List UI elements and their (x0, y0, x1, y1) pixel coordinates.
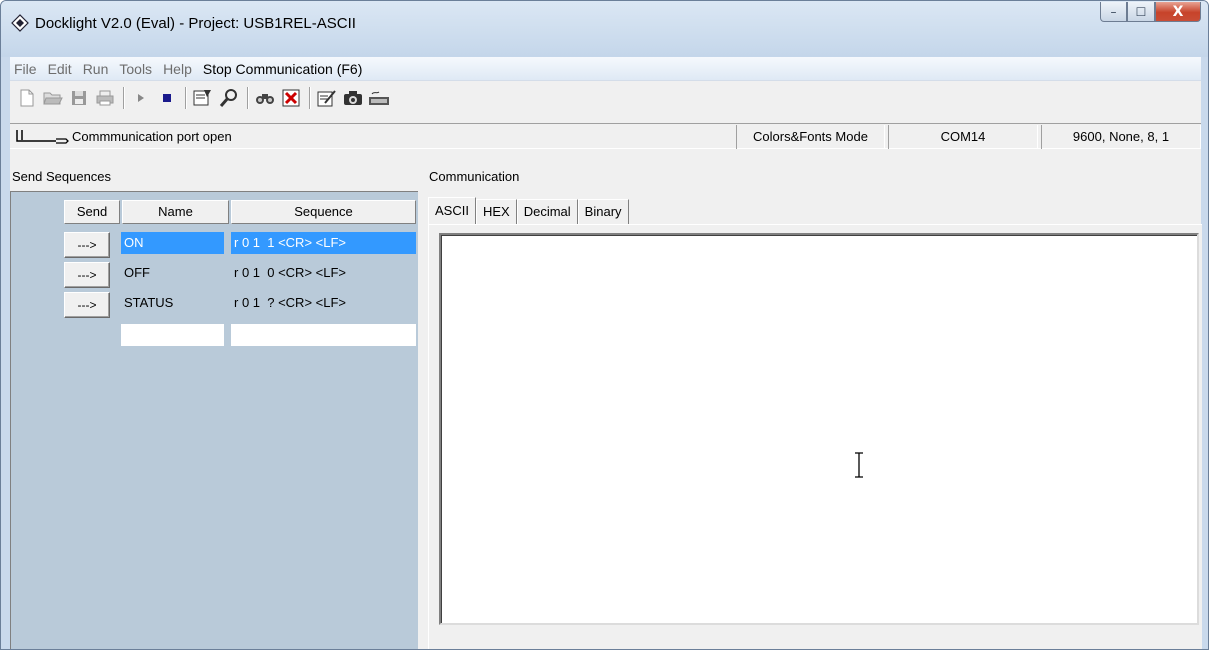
com-port-label: COM14 (940, 129, 986, 144)
column-header-send[interactable]: Send (64, 200, 120, 224)
port-settings-label: 9600, None, 8, 1 (1072, 129, 1170, 144)
save-icon[interactable] (68, 87, 90, 109)
menu-file[interactable]: File (10, 57, 44, 81)
menu-help[interactable]: Help (159, 57, 199, 81)
window-controls: – ☐ X (1100, 2, 1201, 22)
send-button-on[interactable]: ---> (64, 232, 110, 258)
tab-binary[interactable]: Binary (577, 199, 629, 225)
docklight-app-icon (11, 14, 29, 32)
toolbar-separator (123, 87, 125, 109)
menu-tools[interactable]: Tools (115, 57, 159, 81)
properties-icon[interactable] (192, 87, 214, 109)
settings-icon[interactable] (218, 87, 240, 109)
communication-label: Communication (429, 169, 520, 184)
tab-hex[interactable]: HEX (475, 199, 517, 225)
menu-edit[interactable]: Edit (44, 57, 79, 81)
send-button-status[interactable]: ---> (64, 292, 110, 318)
edit-icon[interactable] (316, 87, 338, 109)
send-button-off[interactable]: ---> (64, 262, 110, 288)
sequence-name-on[interactable]: ON (121, 232, 224, 254)
send-header-label: Send (76, 204, 108, 219)
close-icon: X (1172, 3, 1184, 20)
tab-decimal[interactable]: Decimal (516, 199, 578, 225)
print-icon[interactable] (94, 87, 116, 109)
toolbar-separator (185, 87, 187, 109)
send-sequences-panel: Send Name Sequence ---> ON r 0 1 1 <CR> … (10, 191, 418, 649)
sequence-header-label: Sequence (294, 204, 353, 219)
toolbar-separator (247, 87, 249, 109)
maximize-button[interactable]: ☐ (1127, 2, 1155, 22)
tab-binary-label: Binary (584, 204, 622, 219)
title-bar[interactable]: Docklight V2.0 (Eval) - Project: USB1REL… (1, 1, 1208, 57)
stop-communication-menu[interactable]: Stop Communication (F6) (199, 57, 370, 81)
send-button-label: ---> (77, 298, 97, 312)
sequence-value-status[interactable]: r 0 1 ? <CR> <LF> (231, 292, 416, 314)
sequence-name-off[interactable]: OFF (121, 262, 224, 284)
new-icon[interactable] (16, 87, 38, 109)
tab-ascii-label: ASCII (435, 203, 469, 218)
mode-panel: Colors&Fonts Mode (736, 125, 885, 149)
close-button[interactable]: X (1155, 2, 1201, 22)
sequence-value-on[interactable]: r 0 1 1 <CR> <LF> (231, 232, 416, 254)
column-header-sequence[interactable]: Sequence (231, 200, 416, 224)
sequence-value-off[interactable]: r 0 1 0 <CR> <LF> (231, 262, 416, 284)
open-icon[interactable] (42, 87, 64, 109)
new-sequence-value-cell[interactable] (231, 324, 416, 346)
tab-ascii[interactable]: ASCII (428, 197, 476, 225)
text-cursor-icon (855, 452, 863, 478)
communication-window[interactable] (439, 233, 1199, 625)
tab-decimal-label: Decimal (523, 204, 571, 219)
menu-run[interactable]: Run (79, 57, 116, 81)
app-window: Docklight V2.0 (Eval) - Project: USB1REL… (0, 0, 1209, 650)
keyboard-icon[interactable] (368, 87, 390, 109)
toolbar (10, 82, 1201, 114)
port-panel: COM14 (888, 125, 1038, 149)
connection-status-bar: Commmunication port open Colors&Fonts Mo… (10, 123, 1201, 149)
communication-tabs: ASCII HEX Decimal Binary (428, 197, 629, 225)
mode-label: Colors&Fonts Mode (753, 129, 868, 144)
port-open-icon (16, 130, 69, 144)
send-button-label: ---> (77, 268, 97, 282)
name-header-label: Name (158, 204, 193, 219)
stop-icon[interactable] (156, 87, 178, 109)
new-sequence-name-cell[interactable] (121, 324, 224, 346)
sequence-name-status[interactable]: STATUS (121, 292, 224, 314)
minimize-icon: – (1110, 4, 1117, 19)
column-header-name[interactable]: Name (122, 200, 229, 224)
port-settings-panel: 9600, None, 8, 1 (1041, 125, 1201, 149)
tab-hex-label: HEX (482, 204, 510, 219)
communication-panel (428, 224, 1202, 649)
clear-icon[interactable] (280, 87, 302, 109)
snapshot-icon[interactable] (342, 87, 364, 109)
find-icon[interactable] (254, 87, 276, 109)
port-status-text: Commmunication port open (72, 129, 232, 144)
menu-bar: File Edit Run Tools Help Stop Communicat… (10, 57, 1201, 81)
minimize-button[interactable]: – (1100, 2, 1127, 22)
send-sequences-label: Send Sequences (12, 169, 112, 184)
toolbar-separator (309, 87, 311, 109)
window-title: Docklight V2.0 (Eval) - Project: USB1REL… (35, 15, 356, 32)
start-icon[interactable] (130, 87, 152, 109)
maximize-icon: ☐ (1135, 4, 1147, 19)
client-area: File Edit Run Tools Help Stop Communicat… (10, 57, 1202, 649)
send-button-label: ---> (77, 238, 97, 252)
